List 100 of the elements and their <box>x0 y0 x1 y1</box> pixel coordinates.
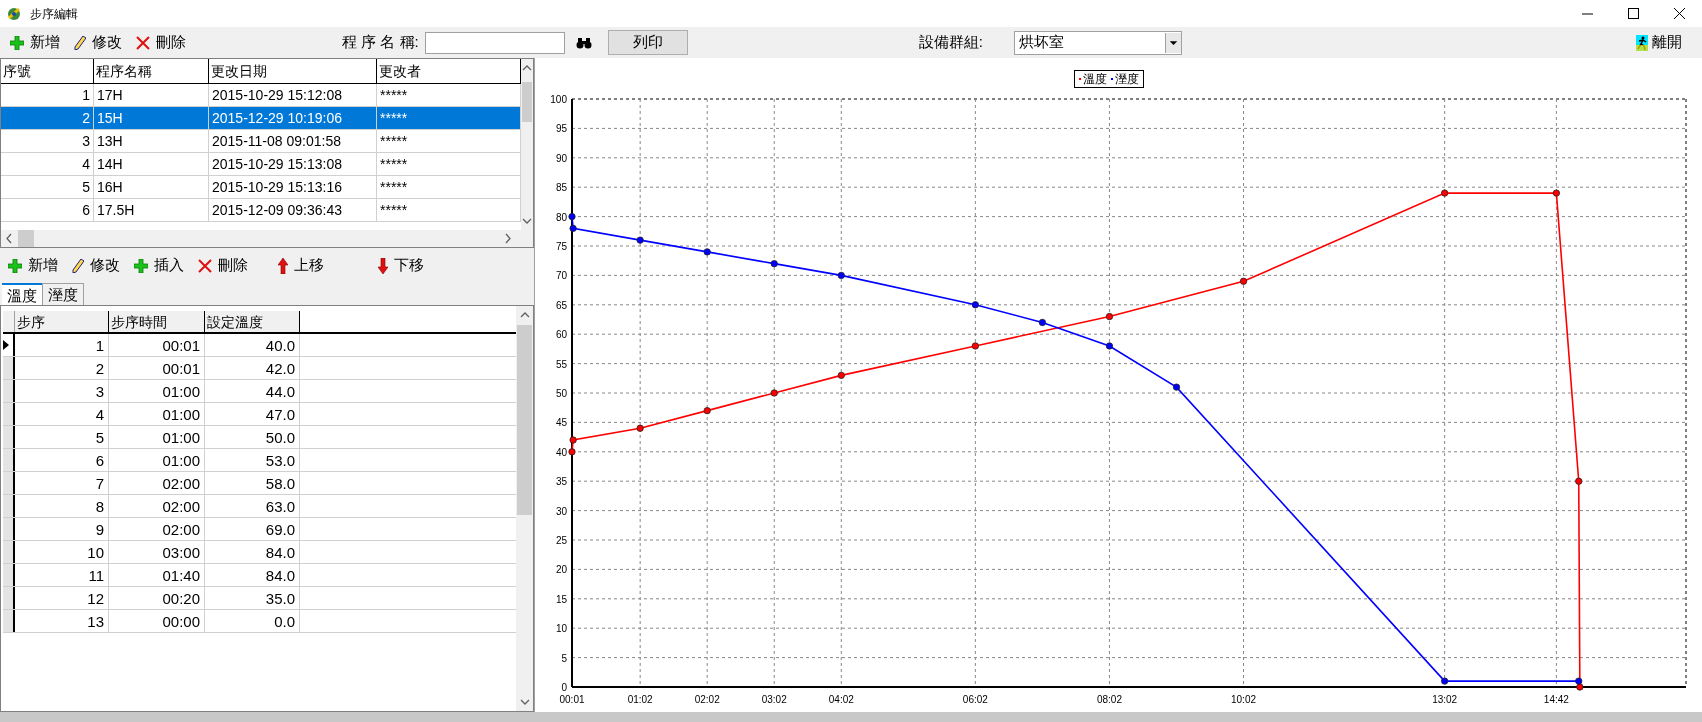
y-tick-label: 30 <box>555 505 567 517</box>
table-row[interactable]: 5 16H 2015-10-29 15:13:16 ***** <box>1 176 521 199</box>
legend-item: 溫度 <box>1079 71 1107 87</box>
field-label: 設備群組: <box>918 32 983 53</box>
x-tick-label: 00:01 <box>559 694 585 705</box>
table-cell: 01:40 <box>109 564 205 586</box>
table-cell: 84.0 <box>205 564 300 586</box>
column-header[interactable]: 程序名稱 <box>94 59 209 83</box>
table-cell: 2015-12-29 10:19:06 <box>209 107 377 129</box>
table-cell: 00:01 <box>109 334 205 356</box>
field-label: 程 序 名 稱: <box>342 32 419 53</box>
y-tick-label: 25 <box>555 535 567 546</box>
table-cell: 01:00 <box>109 403 205 425</box>
table-cell: 8 <box>15 495 109 517</box>
table-cell: 1 <box>1 84 94 106</box>
tab[interactable]: 溼度 <box>42 283 84 305</box>
table-cell: 2015-10-29 15:13:08 <box>209 153 377 175</box>
window-title: 步序編輯 <box>30 5 78 23</box>
y-tick-label: 10 <box>555 623 567 635</box>
x-tick-label: 02:02 <box>694 694 720 705</box>
y-tick-label: 40 <box>555 446 567 458</box>
table-row[interactable]: 2 15H 2015-12-29 10:19:06 ***** <box>1 107 521 130</box>
x-tick-label: 13:02 <box>1432 694 1458 705</box>
x-tick-label: 03:02 <box>761 694 787 705</box>
table-cell: 2015-12-09 09:36:43 <box>209 199 377 221</box>
column-header[interactable]: 設定溫度 <box>205 311 300 332</box>
table-cell: 6 <box>15 449 109 471</box>
y-tick-label: 55 <box>555 358 567 370</box>
toolbar-button[interactable]: 修改 <box>74 31 122 54</box>
y-tick-label: 35 <box>555 476 567 488</box>
table-cell: 00:00 <box>109 610 205 632</box>
column-header[interactable]: 更改日期 <box>209 59 377 83</box>
table-cell: 03:00 <box>109 541 205 563</box>
table-cell: 02:00 <box>109 472 205 494</box>
tab[interactable]: 溫度 <box>2 283 42 305</box>
exit-button[interactable]: 離開 <box>1636 31 1682 54</box>
table-cell: 15H <box>94 107 209 129</box>
table-cell: 13H <box>94 130 209 152</box>
table-cell: 3 <box>15 380 109 402</box>
toolbar-button[interactable]: 新增 <box>8 254 58 277</box>
table-cell: 02:00 <box>109 518 205 540</box>
table-cell: 17H <box>94 84 209 106</box>
table-cell: 63.0 <box>205 495 300 517</box>
y-tick-label: 90 <box>555 152 567 164</box>
toolbar-button[interactable]: 新增 <box>10 31 60 54</box>
dropdown[interactable]: 烘坏室 <box>1013 30 1182 55</box>
table-cell: 7 <box>15 472 109 494</box>
table-row[interactable]: 1 17H 2015-10-29 15:12:08 ***** <box>1 84 521 107</box>
table-cell: 00:01 <box>109 357 205 379</box>
y-tick-label: 0 <box>561 682 567 693</box>
y-tick-label: 60 <box>555 329 567 341</box>
table-cell: 58.0 <box>205 472 300 494</box>
table-cell: 2015-11-08 09:01:58 <box>209 130 377 152</box>
print-button[interactable]: 列印 <box>607 30 688 55</box>
y-tick-label: 85 <box>555 182 567 194</box>
table-cell: 35.0 <box>205 587 300 609</box>
table-row[interactable]: 3 13H 2015-11-08 09:01:58 ***** <box>1 130 521 153</box>
table-cell: 2015-10-29 15:13:16 <box>209 176 377 198</box>
table-cell: 1 <box>15 334 109 356</box>
column-header[interactable]: 步序 <box>15 311 109 332</box>
y-tick-label: 95 <box>555 123 567 135</box>
table-cell: 50.0 <box>205 426 300 448</box>
table-cell: 01:00 <box>109 449 205 471</box>
table-cell: 6 <box>1 199 94 221</box>
toolbar-button[interactable]: 刪除 <box>198 254 248 277</box>
x-tick-label: 14:42 <box>1543 694 1569 705</box>
x-tick-label: 10:02 <box>1231 694 1257 705</box>
table-cell: 2015-10-29 15:12:08 <box>209 84 377 106</box>
table-cell: 53.0 <box>205 449 300 471</box>
toolbar-button[interactable]: 上移 <box>278 254 324 277</box>
table-cell: 4 <box>1 153 94 175</box>
y-tick-label: 80 <box>555 211 567 223</box>
table-cell: 14H <box>94 153 209 175</box>
y-tick-label: 100 <box>550 94 567 105</box>
toolbar-button[interactable]: 插入 <box>134 254 184 277</box>
y-tick-label: 50 <box>555 388 567 399</box>
column-header[interactable]: 序號 <box>1 59 94 83</box>
x-tick-label: 01:02 <box>627 694 653 705</box>
table-cell: 69.0 <box>205 518 300 540</box>
column-header[interactable]: 步序時間 <box>109 311 205 332</box>
toolbar-button[interactable]: 刪除 <box>136 31 186 54</box>
table-cell: 9 <box>15 518 109 540</box>
table-cell: 17.5H <box>94 199 209 221</box>
table-cell: 00:20 <box>109 587 205 609</box>
table-cell: 01:00 <box>109 380 205 402</box>
table-row[interactable]: 6 17.5H 2015-12-09 09:36:43 ***** <box>1 199 521 222</box>
table-cell: 47.0 <box>205 403 300 425</box>
x-tick-label: 04:02 <box>828 694 854 705</box>
y-tick-label: 15 <box>555 593 567 605</box>
table-cell: 42.0 <box>205 357 300 379</box>
toolbar-button[interactable]: 修改 <box>72 254 120 277</box>
table-cell: 84.0 <box>205 541 300 563</box>
table-cell: 2 <box>1 107 94 129</box>
y-tick-label: 20 <box>555 564 567 576</box>
y-tick-label: 45 <box>555 417 567 429</box>
table-cell: 40.0 <box>205 334 300 356</box>
table-cell: 0.0 <box>205 610 300 632</box>
toolbar-button[interactable]: 下移 <box>378 254 424 277</box>
x-tick-label: 08:02 <box>1096 694 1122 705</box>
table-row[interactable]: 4 14H 2015-10-29 15:13:08 ***** <box>1 153 521 176</box>
